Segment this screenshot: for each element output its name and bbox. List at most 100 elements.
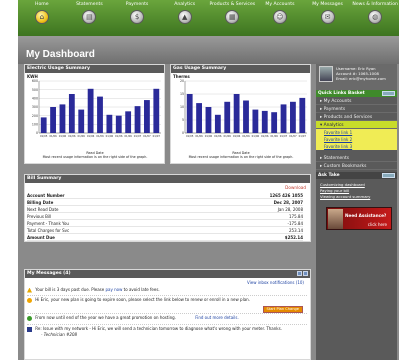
nav-item-my-accounts[interactable]: My Accounts ☺ — [256, 0, 304, 36]
bar — [125, 111, 132, 133]
email: Email: eric@myhome.com — [336, 76, 386, 81]
x-tick-label: 01/06 — [205, 134, 213, 138]
gas-usage-title: Gas Usage Summary — [171, 65, 310, 73]
bill-row-value: $252.14 — [284, 235, 303, 240]
bar — [106, 114, 113, 133]
title-bar: My Dashboard — [18, 36, 399, 64]
toggle-icon[interactable] — [382, 173, 395, 178]
x-tick-label: 01/06 — [252, 134, 260, 138]
electric-chart-footer: Read Date Most recent usage information … — [27, 151, 163, 159]
gas-usage-chart: 0510152001/05 01/06 01/06 01/06 01/06 01/06 01… — [180, 79, 307, 138]
y-tick-label: 15 — [180, 92, 184, 96]
bar — [205, 107, 212, 133]
find-more-details-link[interactable]: Find out more details. — [195, 315, 239, 320]
nav-item-payments[interactable]: Payments $ — [113, 0, 161, 36]
x-tick-label: 01/06 — [261, 134, 269, 138]
bar — [78, 109, 85, 133]
electric-usage-chart: 010020030040050060001/05 01/06 01/06 01/06 0… — [32, 79, 161, 138]
electric-footnote: Most recent usage information is on the … — [42, 155, 148, 159]
sidebar-item-label: Payments — [323, 107, 346, 112]
x-tick-label: 01/07 — [153, 134, 161, 138]
avatar — [319, 66, 333, 82]
bar — [214, 114, 221, 133]
x-tick-label: 01/06 — [270, 134, 278, 138]
y-tick-label: 300 — [32, 105, 38, 109]
nav-label: Products & Services — [209, 2, 256, 7]
sidebar-item-products[interactable]: ▸ Products and Services — [316, 113, 397, 121]
user-info: Username: Eric Ryan Account #: 1065-1008… — [316, 64, 397, 90]
message-item: Re: Issue with my network - Hi Eric, we … — [27, 326, 307, 348]
bill-summary-title: Bill Summary — [25, 175, 310, 183]
sidebar-item-payments[interactable]: ▸ Payments — [316, 105, 397, 113]
quick-links-title: Quick Links Basket — [318, 91, 365, 96]
x-tick-label: 01/07 — [134, 134, 142, 138]
message-item: From now until end of the year we have a… — [27, 315, 307, 325]
x-tick-label: 01/06 — [242, 134, 250, 138]
nav-item-my-messages[interactable]: My Messages ✉ — [304, 0, 352, 36]
bar — [59, 104, 66, 133]
favorite-link-3[interactable]: Favorite link 3 — [316, 143, 397, 150]
bill-row-label: Amount Due — [27, 235, 55, 240]
bar — [280, 104, 287, 133]
nav-label: Analytics — [174, 2, 196, 7]
sidebar-item-statements[interactable]: ▸ Statements — [316, 154, 397, 162]
bar — [299, 97, 306, 133]
x-tick-label: 01/06 — [223, 134, 231, 138]
nav-item-home[interactable]: Home ⌂ — [18, 0, 66, 36]
people-icon: ☺ — [272, 10, 287, 24]
nav-label: Home — [35, 2, 49, 7]
bar — [144, 100, 150, 133]
x-tick-label: 01/06 — [87, 134, 95, 138]
minimize-icon[interactable] — [297, 271, 302, 276]
y-tick-label: 0 — [182, 131, 184, 135]
bar — [68, 94, 75, 133]
ask-link-summary[interactable]: Viewing account summary — [320, 194, 370, 199]
sidebar-item-analytics[interactable]: ▾ Analytics — [316, 121, 397, 129]
y-tick-label: 200 — [32, 114, 38, 118]
messages-panel: My Messages (4) View inbox notifications… — [24, 269, 311, 360]
globe-icon: ◍ — [368, 10, 383, 24]
download-link[interactable]: Download — [285, 185, 306, 190]
ask-link-dashboard[interactable]: Customizing dashboard — [320, 182, 365, 187]
bar — [186, 94, 193, 133]
app-frame: Home ⌂ Statements ▤ Payments $ Analytics ▲ Produ… — [18, 0, 399, 360]
nav-label: News & Information — [352, 2, 398, 7]
need-assistance-banner[interactable]: Need Assistance? click here — [326, 207, 392, 230]
message-item: Hi Eric, your new plan is going to expir… — [27, 297, 307, 314]
bill-row: Amount Due $252.14 — [27, 233, 303, 241]
pay-now-link[interactable]: pay now — [106, 287, 123, 292]
message-text-rest: to avoid late fees. — [123, 287, 160, 292]
nav-item-analytics[interactable]: Analytics ▲ — [161, 0, 209, 36]
sidebar-item-bookmarks[interactable]: ▸ Custom Bookmarks — [316, 162, 397, 170]
x-tick-label: 01/05 — [40, 134, 48, 138]
favorite-link-2[interactable]: Favorite link 2 — [316, 136, 397, 143]
ask-take-header: Ask Take — [316, 172, 397, 179]
favorite-link-1[interactable]: Favorite link 1 — [316, 129, 397, 136]
toggle-icon[interactable] — [382, 91, 395, 96]
main-content: Electric Usage Summary KWH 0 100 200 300 400… — [24, 64, 313, 360]
y-tick-label: 10 — [180, 105, 184, 109]
document-icon: ▤ — [82, 10, 97, 24]
bar — [224, 101, 231, 133]
view-inbox-link[interactable]: View inbox notifications (10) — [247, 280, 304, 285]
sidebar-item-label: Statements — [323, 156, 350, 161]
bar — [87, 88, 94, 133]
x-tick-label: 01/06 — [214, 134, 222, 138]
nav-item-products-services[interactable]: Products & Services ▦ — [209, 0, 257, 36]
x-tick-label: 01/06 — [49, 134, 57, 138]
promo-cta[interactable]: click here — [368, 222, 387, 227]
nav-item-news-information[interactable]: News & Information ◍ — [351, 0, 399, 36]
bar — [233, 94, 240, 133]
agent-photo — [328, 209, 343, 229]
house-icon: ⌂ — [34, 10, 49, 24]
ask-link-paying[interactable]: Paying your bill — [320, 188, 349, 193]
x-tick-label: 01/07 — [299, 134, 307, 138]
start-plan-change-button[interactable]: Start Plan Change — [262, 306, 303, 313]
page-title: My Dashboard — [26, 49, 95, 60]
close-icon[interactable] — [303, 271, 308, 276]
dollar-icon: $ — [130, 10, 145, 24]
x-tick-label: 01/07 — [280, 134, 288, 138]
sidebar-item-my-accounts[interactable]: ▸ My Accounts — [316, 97, 397, 105]
message-text: From now until end of the year we have a… — [35, 315, 176, 320]
nav-item-statements[interactable]: Statements ▤ — [66, 0, 114, 36]
